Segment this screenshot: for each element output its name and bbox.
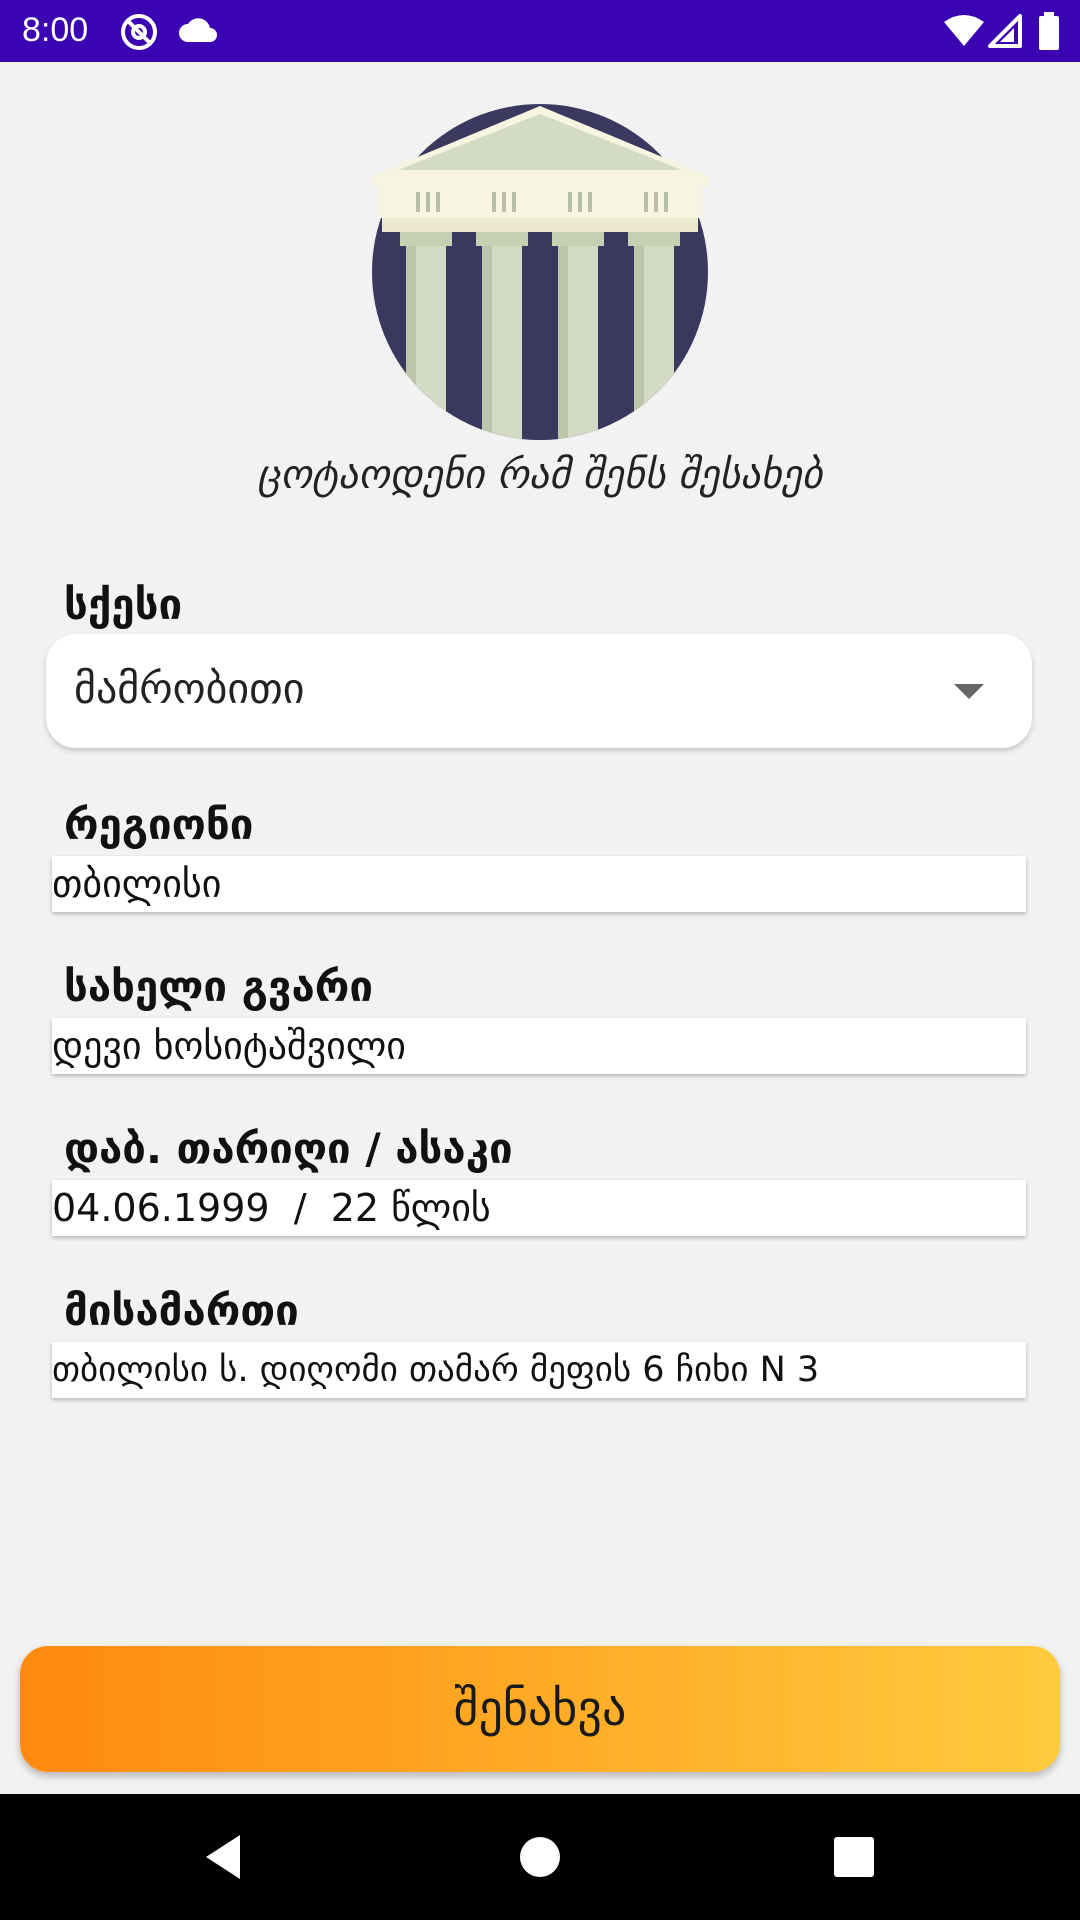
greek-temple-icon — [372, 104, 708, 440]
status-time: 8:00 — [22, 11, 89, 49]
at-sign-icon — [121, 14, 157, 50]
chevron-down-icon — [954, 684, 984, 699]
gender-label: სქესი — [64, 580, 183, 629]
address-field[interactable]: თბილისი ს. დიღომი თამარ მეფის 6 ჩიხი N 3 — [52, 1342, 1026, 1398]
full-name-field[interactable]: დევი ხოსიტაშვილი — [52, 1018, 1026, 1074]
gender-dropdown[interactable]: მამრობითი — [46, 634, 1032, 748]
battery-icon — [1039, 12, 1059, 50]
home-icon[interactable] — [514, 1831, 566, 1883]
page-subtitle: ცოტაოდენი რამ შენს შესახებ — [257, 452, 823, 498]
navigation-bar — [0, 1794, 1080, 1920]
recents-icon[interactable] — [828, 1831, 880, 1883]
back-icon[interactable] — [200, 1831, 252, 1883]
status-bar: 8:00 — [0, 0, 1080, 62]
birthdate-age-field[interactable]: 04.06.1999 / 22 წლის — [52, 1180, 1026, 1236]
cell-signal-icon — [988, 14, 1022, 48]
save-button[interactable]: შენახვა — [20, 1646, 1060, 1772]
cloud-icon — [179, 18, 217, 42]
region-field[interactable]: თბილისი — [52, 856, 1026, 912]
address-label: მისამართი — [64, 1286, 299, 1335]
birthdate-age-label: დაბ. თარიღი / ასაკი — [64, 1124, 513, 1173]
wifi-icon — [944, 15, 984, 46]
gender-selected-value: მამრობითი — [74, 664, 305, 713]
full-name-label: სახელი გვარი — [64, 962, 374, 1011]
region-label: რეგიონი — [64, 800, 254, 849]
